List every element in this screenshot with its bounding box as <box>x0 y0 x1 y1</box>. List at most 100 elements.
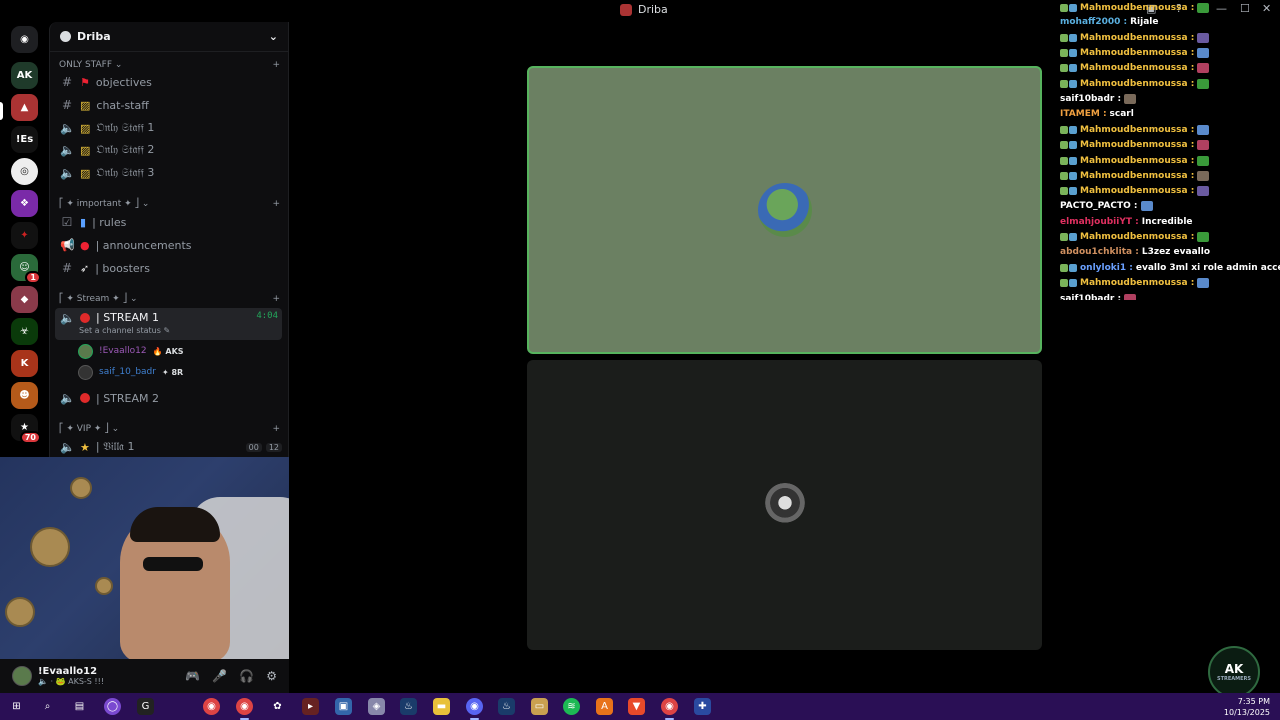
participant-tile-speaking[interactable] <box>527 66 1042 354</box>
chat-username[interactable]: Mahmoudbenmoussa : <box>1080 33 1194 43</box>
server-icon-pink[interactable]: ◆ <box>11 286 38 313</box>
channel-objectives[interactable]: # ⚑ objectives <box>55 72 282 92</box>
stream-chat-overlay: Mahmoudbenmoussa : mohaff2000 : Rijale Mahm… <box>1058 0 1280 300</box>
chat-username[interactable]: Mahmoudbenmoussa : <box>1080 171 1194 181</box>
chat-username[interactable]: Mahmoudbenmoussa : <box>1080 186 1194 196</box>
chat-username[interactable]: PACTO_PACTO : <box>1060 201 1138 211</box>
server-icon-purple[interactable]: ❖ <box>11 190 38 217</box>
channel-only-staff-1[interactable]: 🔈 ▨ 𝔒𝔫𝔩𝔶 𝔖𝔱𝔞𝔣𝔣 1 <box>55 118 282 138</box>
chat-badge-icon <box>1060 33 1077 42</box>
chat-username[interactable]: saif10badr : <box>1060 94 1121 104</box>
category-vip[interactable]: ⎡ ✦ VIP ✦ ⎦ ⌄ + <box>59 422 280 436</box>
voice-member[interactable]: saif_10_badr ✦ 8R <box>78 363 183 381</box>
app-icon[interactable]: G <box>137 698 154 715</box>
voice-member[interactable]: !Evaallo12 🔥 AKS <box>78 342 184 360</box>
chat-username[interactable]: elmahjoubiiYT : <box>1060 217 1139 227</box>
add-channel-icon[interactable]: + <box>272 424 280 434</box>
app-icon[interactable]: ✿ <box>269 698 286 715</box>
participant-tile[interactable] <box>527 360 1042 650</box>
chat-username[interactable]: onlyloki1 : <box>1080 263 1133 273</box>
chat-emote-icon <box>1197 185 1210 196</box>
chat-message: mohaff2000 : Rijale <box>1060 14 1159 29</box>
chat-username[interactable]: Mahmoudbenmoussa : <box>1080 3 1194 13</box>
avatar[interactable] <box>12 666 32 686</box>
channel-only-staff-2[interactable]: 🔈 ▨ 𝔒𝔫𝔩𝔶 𝔖𝔱𝔞𝔣𝔣 2 <box>55 140 282 160</box>
category-stream[interactable]: ⎡ ✦ Stream ✦ ⎦ ⌄ + <box>59 292 280 306</box>
discord-icon[interactable]: ◉ <box>466 698 483 720</box>
channel-announcements[interactable]: 📢 ● | announcements <box>55 235 282 255</box>
category-only-staff[interactable]: ONLY STAFF ⌄ + <box>59 58 280 72</box>
app-icon[interactable]: ◈ <box>368 698 385 715</box>
chat-username[interactable]: saif10badr : <box>1060 294 1121 301</box>
chat-username[interactable]: mohaff2000 : <box>1060 17 1127 27</box>
app-icon[interactable]: ▸ <box>302 698 319 715</box>
app-icon[interactable]: ◯ <box>104 698 121 715</box>
chat-username[interactable]: Mahmoudbenmoussa : <box>1080 232 1194 242</box>
add-channel-icon[interactable]: + <box>272 294 280 304</box>
server-icon-red[interactable]: ✦ <box>11 222 38 249</box>
folder-icon[interactable]: ▬ <box>433 698 450 715</box>
chrome-icon[interactable]: ◉ <box>236 698 253 720</box>
add-channel-icon[interactable]: + <box>272 60 280 70</box>
windows-start-icon[interactable]: ⊞ <box>8 698 25 715</box>
channel-stream-1[interactable]: 🔈 | STREAM 1 4:04 Set a channel status ✎ <box>55 308 282 340</box>
steam-icon[interactable]: ♨ <box>498 698 515 715</box>
hash-icon: # <box>61 98 73 112</box>
server-icon-star[interactable]: ★ 70 <box>11 414 41 444</box>
chevron-down-icon[interactable]: ⌄ <box>269 30 278 43</box>
gear-icon[interactable]: ⚙ <box>266 669 277 683</box>
clock-time: 7:35 PM <box>1237 697 1270 706</box>
chat-username[interactable]: Mahmoudbenmoussa : <box>1080 156 1194 166</box>
task-view-icon[interactable]: ▤ <box>71 698 88 715</box>
logo-text: AK <box>1224 662 1244 676</box>
member-tag: 🔥 AKS <box>152 346 184 356</box>
headphones-icon[interactable]: 🎧 <box>239 669 254 683</box>
microphone-icon[interactable]: 🎤 <box>212 669 227 683</box>
chat-username[interactable]: Mahmoudbenmoussa : <box>1080 125 1194 135</box>
steam-icon[interactable]: ♨ <box>400 698 417 715</box>
channel-logo: AK STREAMERS <box>1208 646 1260 698</box>
chrome-icon[interactable]: ◉ <box>661 698 678 720</box>
server-icon-ak[interactable]: AK <box>11 62 38 89</box>
app-icon[interactable]: A <box>596 698 613 715</box>
chat-username[interactable]: Mahmoudbenmoussa : <box>1080 278 1194 288</box>
server-icon-dark-green[interactable]: ☣ <box>11 318 38 345</box>
chat-username[interactable]: abdou1chklita : <box>1060 247 1139 257</box>
chat-username[interactable]: Mahmoudbenmoussa : <box>1080 140 1194 150</box>
channel-status[interactable]: Set a channel status ✎ <box>79 326 170 335</box>
channel-villa-1[interactable]: 🔈 ★ | 𝔙𝔦𝔩𝔩𝔞 1 00 12 <box>55 437 282 457</box>
chat-username[interactable]: Mahmoudbenmoussa : <box>1080 79 1194 89</box>
system-clock[interactable]: 7:35 PM 10/13/2025 <box>1224 696 1270 718</box>
channel-rules[interactable]: ☑ ▮ | rules <box>55 212 282 232</box>
channel-stream-2[interactable]: 🔈 | STREAM 2 <box>55 388 282 408</box>
server-icon-eye[interactable]: ◎ <box>11 158 38 185</box>
chat-emote-icon <box>1197 170 1210 181</box>
add-channel-icon[interactable]: + <box>272 199 280 209</box>
chat-username[interactable]: Mahmoudbenmoussa : <box>1080 63 1194 73</box>
server-icon-driba[interactable]: ▲ <box>11 94 38 121</box>
spotify-icon[interactable]: ≋ <box>563 698 580 715</box>
channel-chat-staff[interactable]: # ▨ chat-staff <box>55 95 282 115</box>
server-icon-green[interactable]: ☺ 1 <box>11 254 41 284</box>
app-icon[interactable]: ▣ <box>335 698 352 715</box>
chat-username[interactable]: ITAMEM : <box>1060 109 1107 119</box>
brave-icon[interactable]: ▼ <box>628 698 645 715</box>
category-important[interactable]: ⎡ ✦ important ✦ ⎦ ⌄ + <box>59 197 280 211</box>
server-icon-es[interactable]: !Es <box>11 126 38 153</box>
file-explorer-icon[interactable]: ▭ <box>531 698 548 715</box>
chrome-icon[interactable]: ◉ <box>203 698 220 715</box>
search-icon[interactable]: ⌕ <box>39 698 56 715</box>
user-info[interactable]: !Evaallo12 🔈 · 🐸 AKS-S !!! <box>38 666 104 686</box>
chat-badge-icon <box>1060 263 1077 272</box>
channel-boosters[interactable]: # ➶ | boosters <box>55 258 282 278</box>
server-icon-kick[interactable]: K <box>11 350 38 377</box>
discord-home-icon[interactable]: ◉ <box>11 26 38 53</box>
channel-sidebar: Driba ⌄ ONLY STAFF ⌄ + # ⚑ objectives # … <box>49 22 289 458</box>
channel-only-staff-3[interactable]: 🔈 ▨ 𝔒𝔫𝔩𝔶 𝔖𝔱𝔞𝔣𝔣 3 <box>55 163 282 183</box>
chat-emote-icon <box>1197 155 1210 166</box>
server-icon-orange[interactable]: ☻ <box>11 382 38 409</box>
server-header[interactable]: Driba ⌄ <box>50 22 288 52</box>
chat-username[interactable]: Mahmoudbenmoussa : <box>1080 48 1194 58</box>
app-icon[interactable]: ✚ <box>694 698 711 715</box>
gamepad-icon[interactable]: 🎮 <box>185 669 200 683</box>
